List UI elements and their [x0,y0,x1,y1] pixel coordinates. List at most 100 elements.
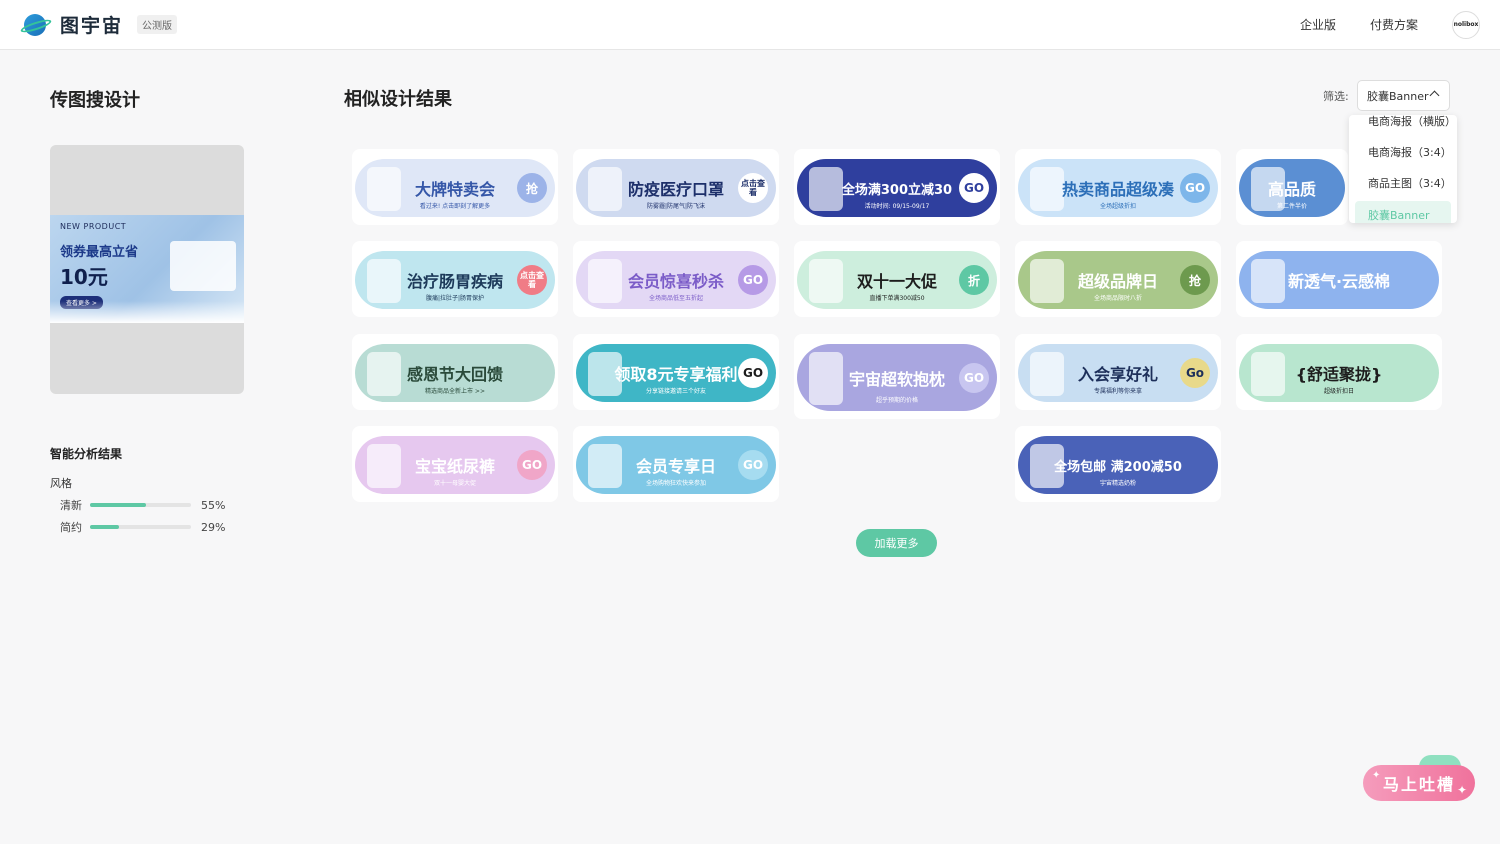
style-label: 风格 [50,477,72,490]
result-card[interactable]: 全场包邮 满200减50 宇宙精选奶粉 [1015,426,1221,502]
result-card[interactable]: 宝宝纸尿裤 双十一母婴大促 GO [352,426,558,502]
logo-text: 图宇宙 [60,15,124,37]
result-card[interactable]: 会员专享日 全场购物狂欢快来参加 GO [573,426,779,502]
banner-subtitle: 全场购物狂欢快来参加 [645,480,706,487]
capsule-banner-image: 会员惊喜秒杀 全场商品低至五折起 GO [576,251,776,309]
banner-title: 入会享好礼 [1077,365,1158,384]
banner-go-badge: GO [959,362,989,393]
banner-title: 超级品牌日 [1077,272,1158,291]
banner-go-badge: 抢 [517,173,547,203]
result-card[interactable]: 领取8元专享福利 分享链接邀请三个好友 GO [573,334,779,410]
style-name: 简约 [60,521,82,534]
avatar[interactable]: nolibox [1452,10,1480,39]
capsule-banner-image: 宇宙超软抱枕 超乎预期的价格 GO [797,344,997,411]
banner-subtitle: 精选商品全新上市 >> [425,388,485,395]
result-card[interactable]: {舒适聚拢} 超级折扣日 [1236,334,1442,410]
style-row-simple: 简约 29% [60,519,230,535]
banner-subtitle: 活动时间: 09/15-09/17 [864,203,930,210]
banner-title: 治疗肠胃疾病 [406,272,503,291]
capsule-banner-image: 超级品牌日全场商品限时八折 抢 [1018,251,1218,309]
style-percent: 29% [201,520,226,534]
banner-title: 会员惊喜秒杀 [627,272,724,291]
banner-subtitle: 直播下单满300减50 [869,295,925,302]
banner-title: 双十一大促 [856,272,937,291]
result-card[interactable]: 防疫医疗口罩 防雾霾|防尾气|防飞沫 点击查看 [573,149,779,225]
capsule-banner-image: 会员专享日 全场购物狂欢快来参加 GO [576,436,776,494]
upload-search-title: 传图搜设计 [50,90,140,111]
wipes-pack-image [170,241,236,291]
banner-title: 新透气·云感棉 [1287,272,1391,291]
banner-subtitle: 全场商品限时八折 [1093,295,1142,302]
capsule-banner-image: 全场满300立减30 活动时间: 09/15-09/17 GO [797,159,997,217]
load-more-button[interactable]: 加载更多 [856,529,937,557]
banner-go-badge: Go [1180,358,1210,388]
result-card[interactable]: 宇宙超软抱枕 超乎预期的价格 GO [794,334,1000,419]
sparkle-icon: ✦ [1457,783,1468,797]
result-card[interactable]: 会员惊喜秒杀 全场商品低至五折起 GO [573,241,779,317]
nav-pricing[interactable]: 付费方案 [1370,16,1418,33]
milk-splash-decoration [50,301,244,323]
header-nav: 企业版 付费方案 nolibox [1300,10,1480,39]
capsule-banner-image: 全场包邮 满200减50 宇宙精选奶粉 [1018,436,1218,494]
planet-logo-icon [19,11,53,39]
banner-subtitle: 腹痛|拉肚子|肠胃保护 [425,295,485,302]
dropdown-option-capsule-banner[interactable]: 胶囊Banner [1355,201,1451,223]
banner-subtitle: 双十一母婴大促 [433,480,476,487]
banner-go-badge: GO [738,265,768,295]
banner-headline: 领券最高立省 [60,245,139,260]
filter-select[interactable]: 胶囊Banner [1357,80,1450,111]
result-card[interactable]: 大牌特卖会 看过来! 点击即刻了解更多 抢 [352,149,558,225]
dropdown-option-poster-landscape[interactable]: 电商海报（横版） [1349,115,1457,135]
product-image [1251,259,1285,303]
result-card[interactable]: 双十一大促 直播下单满300减50 折 [794,241,1000,317]
capsule-banner-image: 热卖商品超级凑全场超级折扣 GO [1018,159,1218,217]
result-card[interactable]: 高品质 第二件半价 [1236,149,1348,225]
sparkle-icon: ✦ [1372,770,1381,781]
banner-title: 热卖商品超级凑 [1061,180,1174,199]
capsule-banner-image: 宝宝纸尿裤 双十一母婴大促 GO [355,436,555,494]
banner-go-badge: 点击查看 [517,265,547,295]
dropdown-option-poster-3-4[interactable]: 电商海报（3:4） [1349,138,1457,166]
analysis-title: 智能分析结果 [50,447,123,461]
logo[interactable]: 图宇宙 公测版 [19,11,178,39]
result-card[interactable]: 热卖商品超级凑全场超级折扣 GO [1015,149,1221,225]
banner-subtitle: 分享链接邀请三个好友 [645,388,706,395]
banner-title: {舒适聚拢} [1295,365,1383,384]
banner-title: 高品质 [1267,180,1316,199]
feedback-label: 马上吐槽 [1382,775,1455,794]
banner-go-badge: 抢 [1180,265,1210,295]
capsule-banner-image: 防疫医疗口罩 防雾霾|防尾气|防飞沫 点击查看 [576,159,776,217]
banner-subtitle: 防雾霾|防尾气|防飞沫 [646,203,706,210]
filter-selected-value: 胶囊Banner [1367,89,1429,103]
beta-badge: 公测版 [137,15,178,34]
banner-title: 全场包邮 满200减50 [1054,459,1182,475]
banner-subtitle: 宇宙精选奶粉 [1099,480,1136,487]
result-card[interactable]: 全场满300立减30 活动时间: 09/15-09/17 GO [794,149,1000,225]
nav-enterprise[interactable]: 企业版 [1300,16,1336,33]
banner-subtitle: 超级折扣日 [1323,388,1354,395]
banner-subtitle: 第二件半价 [1276,203,1307,210]
banner-subtitle: 全场超级折扣 [1099,203,1136,210]
capsule-banner-image: 感恩节大回馈 精选商品全新上市 >> [355,344,555,402]
uploaded-banner-image: NEW PRODUCT 领券最高立省 10元 查看更多 > [50,215,244,323]
banner-title: 大牌特卖会 [414,180,495,199]
result-card[interactable]: 超级品牌日全场商品限时八折 抢 [1015,241,1221,317]
style-name: 清新 [60,499,82,512]
banner-go-badge: GO [517,450,547,480]
banner-title: 全场满300立减30 [841,182,953,198]
capsule-banner-image: 大牌特卖会 看过来! 点击即刻了解更多 抢 [355,159,555,217]
style-percent: 55% [201,498,226,512]
dropdown-option-main-image[interactable]: 商品主图（3:4） [1349,169,1457,197]
uploaded-image-preview[interactable]: NEW PRODUCT 领券最高立省 10元 查看更多 > [50,145,244,394]
result-card[interactable]: 治疗肠胃疾病腹痛|拉肚子|肠胃保护 点击查看 [352,241,558,317]
result-card[interactable]: 入会享好礼 专属福利等你来拿 Go [1015,334,1221,410]
banner-go-badge: GO [1180,173,1210,203]
result-card[interactable]: 感恩节大回馈 精选商品全新上市 >> [352,334,558,410]
style-bar [90,503,191,507]
banner-title: 防疫医疗口罩 [627,180,724,199]
filter-label: 筛选: [1323,90,1349,103]
style-bar [90,525,191,529]
style-bar-fill [90,525,120,529]
result-card[interactable]: 新透气·云感棉 [1236,241,1442,317]
top-header: 图宇宙 公测版 企业版 付费方案 nolibox [0,0,1500,50]
